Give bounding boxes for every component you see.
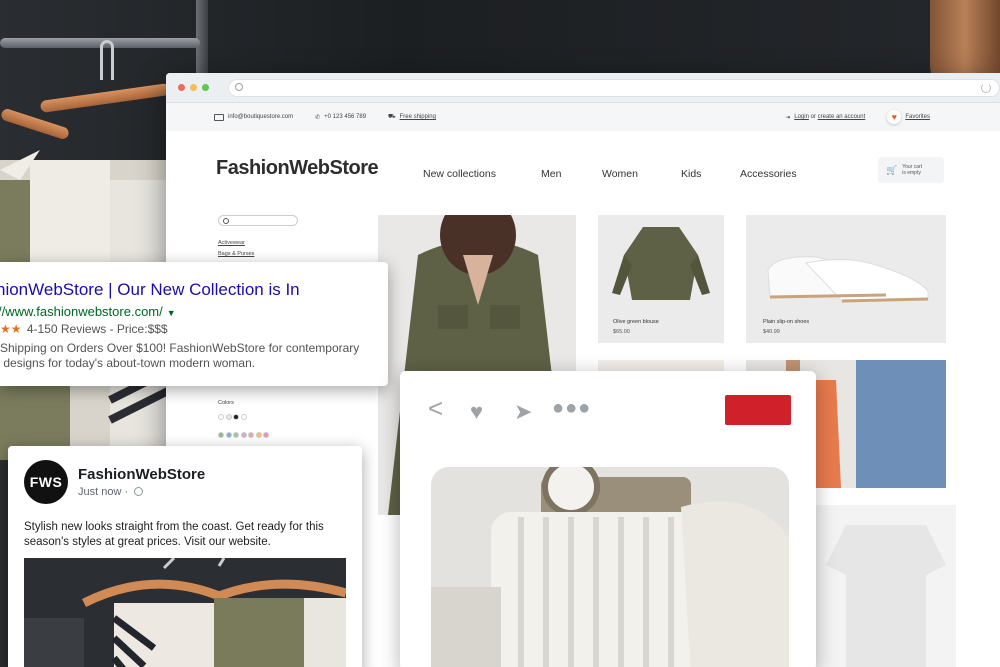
email-contact[interactable]: info@boutiquestore.com xyxy=(214,113,293,121)
product-name[interactable]: Olive green blouse xyxy=(613,319,659,325)
product-price: $40.99 xyxy=(763,329,780,335)
store-logo[interactable]: FashionWebStore xyxy=(216,157,379,180)
color-swatch[interactable] xyxy=(218,432,224,438)
phone-contact[interactable]: ✆ +0 123 456 789 xyxy=(315,114,366,121)
sidebar-link-bags[interactable]: Bags & Purses xyxy=(218,251,308,257)
hanger-hook xyxy=(100,40,114,80)
truck-icon: ⛟ xyxy=(388,114,396,120)
product-name[interactable]: Plain slip-on shoes xyxy=(763,319,809,325)
heart-icon: ♥ xyxy=(887,110,902,124)
nav-kids[interactable]: Kids xyxy=(681,168,701,180)
color-swatch[interactable] xyxy=(240,432,247,438)
back-icon[interactable]: < xyxy=(428,393,443,424)
more-icon[interactable]: ●●● xyxy=(552,397,591,420)
color-swatch[interactable] xyxy=(248,432,254,438)
minimize-dot-icon[interactable] xyxy=(189,84,197,91)
post-time: Just now · xyxy=(78,486,144,498)
login-area: ⇥ Login or create an account xyxy=(785,114,866,121)
login-link[interactable]: Login xyxy=(794,114,809,120)
nav-accessories[interactable]: Accessories xyxy=(740,168,797,180)
maximize-dot-icon[interactable] xyxy=(201,84,209,91)
envelope-icon xyxy=(214,113,224,121)
post-text: Stylish new looks straight from the coas… xyxy=(24,521,324,548)
reload-icon[interactable] xyxy=(981,82,992,93)
ad-url[interactable]: //www.fashionwebstore.com/▼ xyxy=(0,304,388,319)
color-swatch[interactable] xyxy=(233,414,239,420)
cart-button[interactable]: 🛒 Your cart is empty xyxy=(878,157,944,183)
heart-icon[interactable]: ♥ xyxy=(470,399,483,425)
product-price: $65.00 xyxy=(613,329,630,335)
color-swatches xyxy=(218,410,288,446)
pin-card: < ♥ ➤ ●●● xyxy=(400,371,816,667)
main-navigation: FashionWebStore New collections Men Wome… xyxy=(166,153,1000,193)
color-swatch[interactable] xyxy=(225,414,232,420)
send-icon[interactable]: ➤ xyxy=(514,399,532,425)
product-image-blouse xyxy=(612,227,710,300)
globe-icon xyxy=(134,487,144,496)
pin-image-sweater-watch[interactable] xyxy=(431,467,789,667)
address-bar[interactable] xyxy=(227,78,1000,97)
color-swatch[interactable] xyxy=(263,432,269,438)
sidebar-search-input[interactable] xyxy=(218,215,298,226)
login-icon: ⇥ xyxy=(785,114,791,121)
product-image-tshirt[interactable] xyxy=(816,505,956,667)
colors-label: Colors xyxy=(218,400,234,406)
star-rating-icon: ★★ xyxy=(0,322,22,336)
store-topbar: info@boutiquestore.com ✆ +0 123 456 789 ⛟… xyxy=(166,103,1000,131)
google-search-ad[interactable]: hionWebStore | Our New Collection is In … xyxy=(0,262,388,386)
avatar[interactable]: FWS xyxy=(24,460,68,504)
cart-icon: 🛒 xyxy=(886,164,898,175)
ad-description: Shipping on Orders Over $100! FashionWeb… xyxy=(0,341,360,370)
nav-women[interactable]: Women xyxy=(602,168,638,180)
create-account-link[interactable]: create an account xyxy=(818,114,866,120)
color-swatch[interactable] xyxy=(218,414,224,420)
nav-new-collections[interactable]: New collections xyxy=(423,168,496,180)
search-icon xyxy=(234,82,243,91)
nav-men[interactable]: Men xyxy=(541,168,561,180)
product-image-shoes xyxy=(767,256,929,303)
ad-title-link[interactable]: hionWebStore | Our New Collection is In xyxy=(0,280,388,300)
save-pin-button[interactable] xyxy=(725,395,791,425)
color-swatch[interactable] xyxy=(233,432,239,438)
post-image-clothes-rack[interactable] xyxy=(24,558,346,667)
favorites-link[interactable]: ♥ Favorites xyxy=(887,110,930,124)
browser-chrome xyxy=(166,73,1000,103)
facebook-post: FWS FashionWebStore Just now · Stylish n… xyxy=(8,446,362,667)
color-swatch[interactable] xyxy=(255,432,262,438)
sidebar-link-activewear[interactable]: Activewear xyxy=(218,240,308,246)
hanger xyxy=(39,83,171,113)
phone-icon: ✆ xyxy=(315,114,321,121)
dropdown-triangle-icon[interactable]: ▼ xyxy=(167,308,176,318)
color-swatch[interactable] xyxy=(225,432,232,438)
store-sidebar: Activewear Bags & Purses xyxy=(218,215,308,262)
shipping-link[interactable]: ⛟ Free shipping xyxy=(388,113,436,121)
ad-rating: ★★ 4-150 Reviews - Price:$$$ xyxy=(0,322,168,336)
page-name[interactable]: FashionWebStore xyxy=(78,466,205,483)
close-dot-icon[interactable] xyxy=(178,84,185,91)
color-swatch[interactable] xyxy=(240,414,247,420)
